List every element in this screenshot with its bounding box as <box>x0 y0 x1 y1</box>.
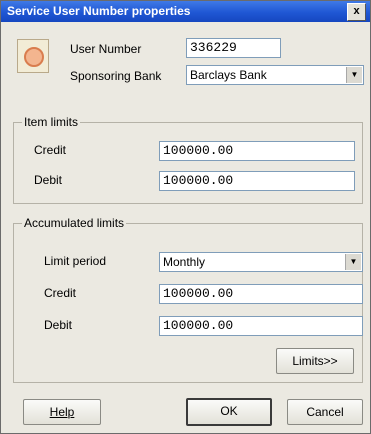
item-credit-label: Credit <box>34 143 67 157</box>
accumulated-credit-input[interactable]: 100000.00 <box>159 284 363 304</box>
sponsoring-bank-label: Sponsoring Bank <box>70 69 162 83</box>
chevron-down-icon[interactable]: ▼ <box>345 254 361 270</box>
accumulated-limits-title: Accumulated limits <box>22 216 127 230</box>
accumulated-debit-input[interactable]: 100000.00 <box>159 316 363 336</box>
limit-period-select[interactable]: Monthly ▼ <box>159 252 363 272</box>
user-icon <box>17 39 49 73</box>
title-bar[interactable]: Service User Number properties x <box>1 1 370 22</box>
limit-period-label: Limit period <box>44 254 107 268</box>
accumulated-limits-group: Accumulated limits Limit period Monthly … <box>13 216 363 383</box>
item-credit-input[interactable]: 100000.00 <box>159 141 355 161</box>
properties-dialog: Service User Number properties x User Nu… <box>0 0 371 434</box>
chevron-down-icon[interactable]: ▼ <box>346 67 362 83</box>
cancel-button[interactable]: Cancel <box>287 399 363 425</box>
user-number-label: User Number <box>70 42 142 56</box>
window-title: Service User Number properties <box>7 4 191 18</box>
ok-button[interactable]: OK <box>186 398 272 426</box>
close-button[interactable]: x <box>347 3 366 21</box>
item-debit-input[interactable]: 100000.00 <box>159 171 355 191</box>
user-number-input[interactable]: 336229 <box>186 38 281 58</box>
sponsoring-bank-select[interactable]: Barclays Bank ▼ <box>186 65 364 85</box>
item-limits-title: Item limits <box>22 115 80 129</box>
limits-button[interactable]: Limits>> <box>276 348 354 374</box>
item-limits-group: Item limits Credit 100000.00 Debit 10000… <box>13 115 363 204</box>
accumulated-debit-label: Debit <box>44 318 73 332</box>
item-debit-label: Debit <box>34 173 63 187</box>
help-button[interactable]: Help <box>23 399 101 425</box>
close-icon: x <box>353 5 360 17</box>
accumulated-credit-label: Credit <box>44 286 77 300</box>
